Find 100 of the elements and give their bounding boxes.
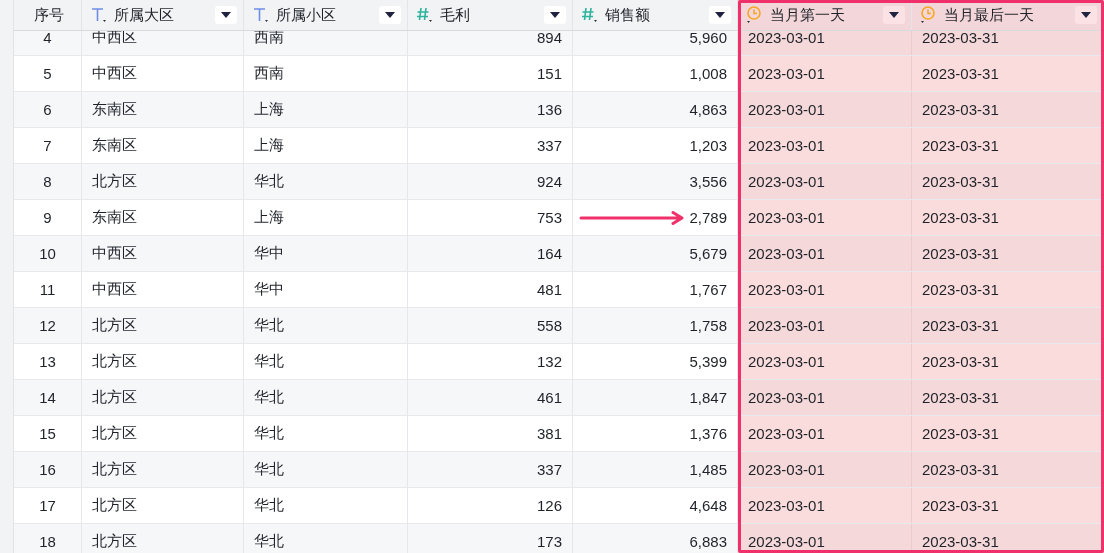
table-cell: 2023-03-01 bbox=[748, 209, 825, 226]
table-cell: 15 bbox=[39, 425, 56, 442]
table-cell: 2023-03-31 bbox=[922, 281, 999, 298]
column-menu-button[interactable] bbox=[215, 6, 237, 24]
column-header[interactable]: 序号 bbox=[22, 5, 75, 25]
table-cell: 2023-03-31 bbox=[922, 425, 999, 442]
table-cell: 上海 bbox=[254, 136, 284, 155]
table-cell: 14 bbox=[39, 389, 56, 406]
table-cell: 华北 bbox=[254, 424, 284, 443]
caret-icon bbox=[221, 12, 231, 18]
table-cell: 2023-03-31 bbox=[922, 65, 999, 82]
table-cell: 西南 bbox=[254, 64, 284, 83]
table-cell: 173 bbox=[536, 533, 562, 550]
table-cell: 924 bbox=[536, 173, 562, 190]
table-cell: 北方区 bbox=[92, 316, 137, 335]
table-cell: 2023-03-01 bbox=[748, 101, 825, 118]
table-cell: 5,399 bbox=[689, 353, 727, 370]
column-menu-button[interactable] bbox=[544, 6, 566, 24]
table-cell: 2023-03-31 bbox=[922, 533, 999, 550]
table-cell: 4,863 bbox=[689, 101, 727, 118]
table-cell: 10 bbox=[39, 245, 56, 262]
table-cell: 2023-03-01 bbox=[748, 533, 825, 550]
table-cell: 1,376 bbox=[689, 425, 727, 442]
table-cell: 华北 bbox=[254, 352, 284, 371]
table-cell: 164 bbox=[536, 245, 562, 262]
column-menu-button[interactable] bbox=[1075, 6, 1097, 24]
table-cell: 753 bbox=[536, 209, 562, 226]
column-menu-button[interactable] bbox=[883, 6, 905, 24]
table-cell: 151 bbox=[536, 65, 562, 82]
table-cell: 2023-03-31 bbox=[922, 497, 999, 514]
table-cell: 华北 bbox=[254, 532, 284, 551]
table-cell: 7 bbox=[43, 137, 52, 154]
table-cell: 2023-03-01 bbox=[748, 281, 825, 298]
table-cell: 5,960 bbox=[689, 31, 727, 46]
table-cell: 华北 bbox=[254, 496, 284, 515]
column-header[interactable]: 所属小区 bbox=[276, 5, 375, 25]
table-cell: 北方区 bbox=[92, 172, 137, 191]
table-cell: 2023-03-31 bbox=[922, 353, 999, 370]
table-cell: 华北 bbox=[254, 316, 284, 335]
caret-icon bbox=[889, 12, 899, 18]
table-cell: 北方区 bbox=[92, 532, 137, 551]
table-cell: 1,485 bbox=[689, 461, 727, 478]
table-cell: 2023-03-01 bbox=[748, 461, 825, 478]
table-cell: 华中 bbox=[254, 280, 284, 299]
table-cell: 北方区 bbox=[92, 424, 137, 443]
table-cell: 2023-03-31 bbox=[922, 389, 999, 406]
table-cell: 华中 bbox=[254, 244, 284, 263]
table-cell: 126 bbox=[536, 497, 562, 514]
table-cell: 东南区 bbox=[92, 100, 137, 119]
table-cell: 东南区 bbox=[92, 208, 137, 227]
caret-icon bbox=[385, 12, 395, 18]
column-menu-button[interactable] bbox=[379, 6, 401, 24]
caret-icon bbox=[715, 12, 725, 18]
table-cell: 1,008 bbox=[689, 65, 727, 82]
table-cell: 5 bbox=[43, 65, 52, 82]
table-cell: 136 bbox=[536, 101, 562, 118]
table-cell: 2023-03-31 bbox=[922, 209, 999, 226]
table-cell: 东南区 bbox=[92, 136, 137, 155]
table-cell: 5,679 bbox=[689, 245, 727, 262]
table-cell: 2023-03-31 bbox=[922, 461, 999, 478]
column-header[interactable]: 毛利 bbox=[440, 5, 540, 25]
table-cell: 北方区 bbox=[92, 352, 137, 371]
table-cell: 北方区 bbox=[92, 496, 137, 515]
table-cell: 2023-03-01 bbox=[748, 31, 825, 46]
table-cell: 1,758 bbox=[689, 317, 727, 334]
table-cell: 2023-03-01 bbox=[748, 173, 825, 190]
table-cell: 上海 bbox=[254, 208, 284, 227]
table-cell: 132 bbox=[536, 353, 562, 370]
table-cell: 华北 bbox=[254, 388, 284, 407]
table-cell: 11 bbox=[39, 281, 56, 298]
table-cell: 3,556 bbox=[689, 173, 727, 190]
column-menu-button[interactable] bbox=[709, 6, 731, 24]
table-cell: 2023-03-01 bbox=[748, 353, 825, 370]
table-cell: 1,767 bbox=[689, 281, 727, 298]
table-cell: 上海 bbox=[254, 100, 284, 119]
table-cell: 2023-03-31 bbox=[922, 245, 999, 262]
table-cell: 558 bbox=[536, 317, 562, 334]
table-cell: 13 bbox=[39, 353, 56, 370]
table-cell: 4 bbox=[43, 31, 52, 46]
table-cell: 1,847 bbox=[689, 389, 727, 406]
table-cell: 9 bbox=[43, 209, 52, 226]
table-cell: 北方区 bbox=[92, 388, 137, 407]
table-cell: 16 bbox=[39, 461, 56, 478]
table-cell: 2023-03-31 bbox=[922, 173, 999, 190]
table-cell: 461 bbox=[536, 389, 562, 406]
table-cell: 2023-03-01 bbox=[748, 497, 825, 514]
table-cell: 12 bbox=[39, 317, 56, 334]
column-header[interactable]: 销售额 bbox=[605, 5, 705, 25]
table-cell: 481 bbox=[536, 281, 562, 298]
table-cell: 2023-03-31 bbox=[922, 137, 999, 154]
column-header[interactable]: 所属大区 bbox=[114, 5, 211, 25]
table-cell: 中西区 bbox=[92, 64, 137, 83]
table-cell: 中西区 bbox=[92, 244, 137, 263]
table-cell: 华北 bbox=[254, 460, 284, 479]
table-cell: 2,789 bbox=[689, 209, 727, 226]
table-cell: 1,203 bbox=[689, 137, 727, 154]
table-cell: 2023-03-01 bbox=[748, 65, 825, 82]
table-cell: 337 bbox=[536, 137, 562, 154]
table-cell: 6,883 bbox=[689, 533, 727, 550]
table-cell: 17 bbox=[39, 497, 56, 514]
